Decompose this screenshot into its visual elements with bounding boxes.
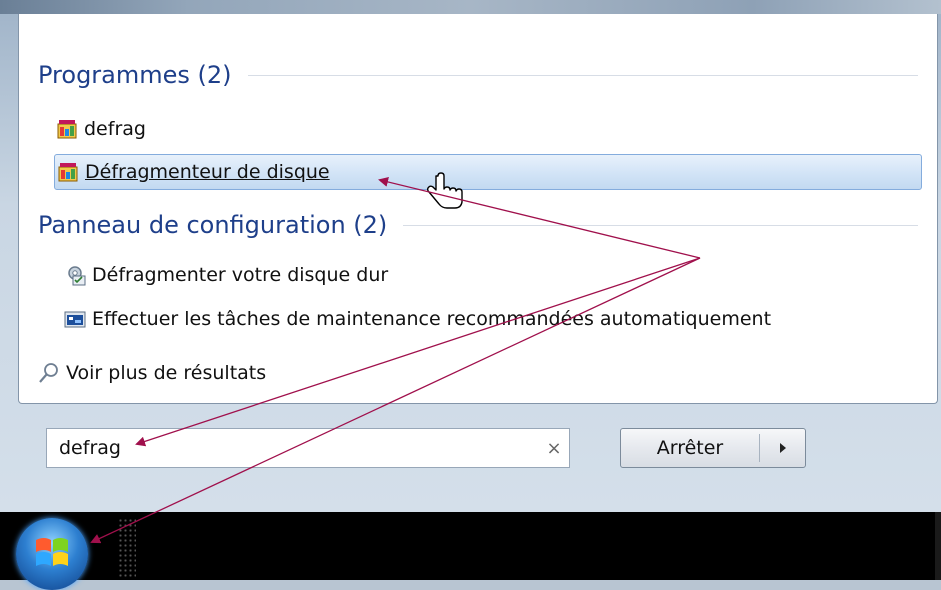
defrag-program-icon	[56, 118, 78, 140]
result-item-maintenance-tasks[interactable]: Effectuer les tâches de maintenance reco…	[64, 302, 771, 336]
control-panel-section-header: Panneau de configuration (2)	[38, 210, 918, 240]
defrag-settings-icon	[64, 264, 86, 286]
taskbar	[0, 512, 941, 580]
start-button[interactable]	[16, 518, 88, 590]
programs-header-label: Programmes (2)	[38, 61, 232, 89]
clear-search-icon[interactable]: ×	[539, 438, 569, 459]
taskbar-grip	[118, 518, 136, 578]
header-divider	[403, 224, 918, 226]
shutdown-options-button[interactable]	[760, 442, 805, 454]
result-item-defrag-hard-disk[interactable]: Défragmenter votre disque dur	[64, 258, 388, 292]
programs-section-header: Programmes (2)	[38, 60, 918, 90]
shutdown-button-group: Arrêter	[620, 428, 806, 468]
header-divider	[247, 74, 918, 76]
defrag-program-icon	[57, 161, 79, 183]
result-item-label: defrag	[84, 118, 146, 140]
search-icon	[38, 362, 60, 384]
search-input-value: defrag	[59, 437, 121, 459]
control-panel-header-label: Panneau de configuration (2)	[38, 211, 388, 239]
result-item-label: Effectuer les tâches de maintenance reco…	[92, 308, 772, 330]
result-item-label: Défragmenter votre disque dur	[92, 264, 389, 286]
taskbar-edge	[935, 512, 941, 580]
result-item-defrag[interactable]: defrag	[56, 112, 146, 146]
chevron-right-icon	[779, 443, 786, 453]
see-more-results-label: Voir plus de résultats	[66, 362, 267, 384]
windows-logo-icon	[36, 538, 68, 566]
window-top-strip	[0, 0, 941, 14]
search-input[interactable]: defrag ×	[46, 428, 570, 468]
maintenance-icon	[64, 308, 86, 330]
see-more-results-link[interactable]: Voir plus de résultats	[38, 356, 266, 390]
result-item-disk-defragmenter[interactable]: Défragmenteur de disque	[54, 154, 922, 190]
shutdown-button[interactable]: Arrêter	[621, 437, 759, 459]
result-item-label: Défragmenteur de disque	[85, 161, 330, 183]
